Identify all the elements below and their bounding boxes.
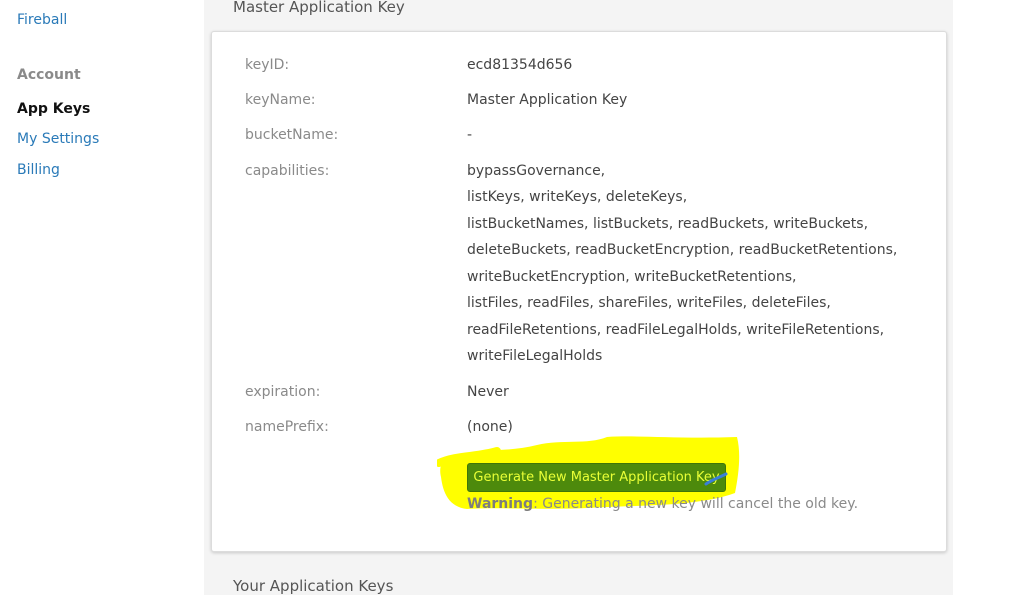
warning-message: Warning: Generating a new key will cance… <box>467 496 858 512</box>
name-prefix-label: namePrefix: <box>245 419 329 435</box>
master-key-section-title: Master Application Key <box>233 0 405 16</box>
sidebar-item-billing[interactable]: Billing <box>17 162 60 178</box>
sidebar-heading-account: Account <box>17 67 81 83</box>
sidebar: Fireball Account App Keys My Settings Bi… <box>0 0 204 595</box>
capabilities-label: capabilities: <box>245 163 330 179</box>
expiration-value: Never <box>467 384 509 400</box>
expiration-label: expiration: <box>245 384 321 400</box>
capabilities-line: writeFileLegalHolds <box>467 348 603 364</box>
bucket-name-value: - <box>467 127 473 143</box>
sidebar-item-app-keys[interactable]: App Keys <box>17 101 90 117</box>
app-keys-section-title: Your Application Keys <box>233 577 394 595</box>
bucket-name-label: bucketName: <box>245 127 339 143</box>
key-name-label: keyName: <box>245 92 316 108</box>
pen-scribble-annotation <box>704 472 728 486</box>
key-id-value: ecd81354d656 <box>467 57 573 73</box>
warning-text: : Generating a new key will cancel the o… <box>533 496 859 512</box>
capabilities-line: bypassGovernance, <box>467 163 606 179</box>
key-id-label: keyID: <box>245 57 290 73</box>
capabilities-line: listFiles, readFiles, shareFiles, writeF… <box>467 295 831 311</box>
capabilities-line: deleteBuckets, readBucketEncryption, rea… <box>467 242 898 258</box>
capabilities-line: listKeys, writeKeys, deleteKeys, <box>467 189 688 205</box>
capabilities-line: listBucketNames, listBuckets, readBucket… <box>467 216 869 232</box>
sidebar-item-my-settings[interactable]: My Settings <box>17 131 99 147</box>
warning-label: Warning <box>467 496 534 512</box>
capabilities-line: writeBucketEncryption, writeBucketRetent… <box>467 269 797 285</box>
sidebar-item-fireball[interactable]: Fireball <box>17 12 67 28</box>
generate-master-key-button[interactable]: Generate New Master Application Key <box>467 463 726 492</box>
key-name-value: Master Application Key <box>467 92 628 108</box>
capabilities-line: readFileRetentions, readFileLegalHolds, … <box>467 322 885 338</box>
